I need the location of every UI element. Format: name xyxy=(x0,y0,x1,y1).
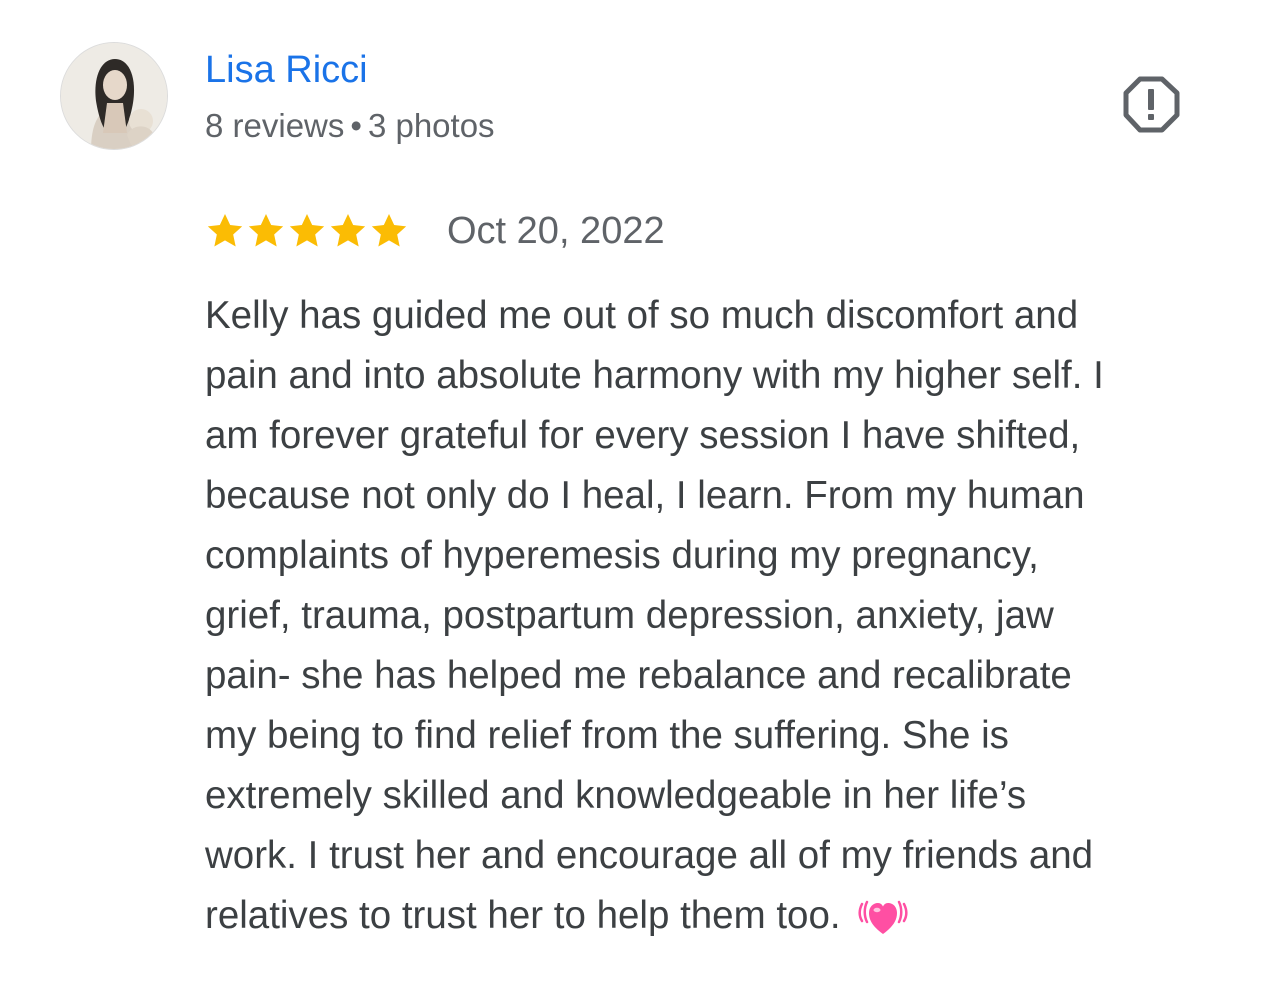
photos-count: 3 photos xyxy=(367,107,495,144)
star-icon xyxy=(289,214,325,247)
report-button[interactable] xyxy=(1121,74,1181,134)
star-icon xyxy=(248,214,284,247)
report-flag-icon xyxy=(1123,76,1180,133)
review-text: Kelly has guided me out of so much disco… xyxy=(205,286,1235,946)
avatar[interactable] xyxy=(60,42,168,150)
reviewer-stats: 8 reviews • 3 photos xyxy=(205,104,495,148)
rating-row: Oct 20, 2022 xyxy=(205,206,665,256)
avatar-photo-icon xyxy=(61,43,167,149)
star-icon xyxy=(207,214,243,247)
reviewer-name[interactable]: Lisa Ricci xyxy=(205,46,368,94)
review-body: Kelly has guided me out of so much disco… xyxy=(205,294,1104,937)
reviews-count: 8 reviews xyxy=(205,107,345,144)
meta-separator: • xyxy=(350,107,362,144)
review-date: Oct 20, 2022 xyxy=(447,210,665,252)
star-rating xyxy=(205,211,410,251)
heart-emoji-icon xyxy=(857,888,909,940)
star-icon xyxy=(371,214,407,247)
star-icon xyxy=(330,214,366,247)
